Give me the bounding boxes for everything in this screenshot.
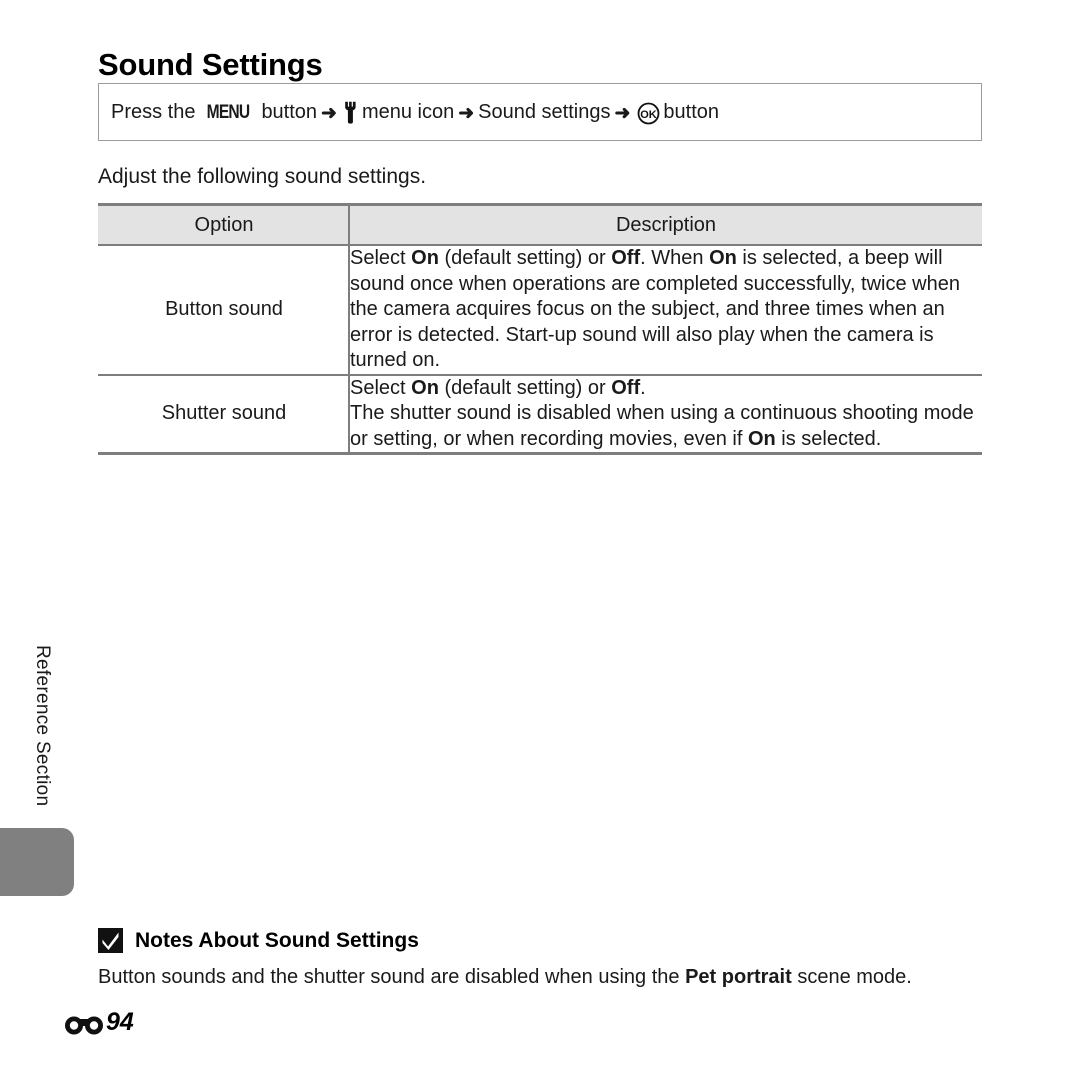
page-footer: 94 [64, 1008, 134, 1037]
check-mark-icon [98, 928, 123, 953]
notes-title: Notes About Sound Settings [135, 928, 419, 952]
wrench-icon [342, 101, 359, 124]
lead-paragraph: Adjust the following sound settings. [98, 165, 427, 188]
option-name-button-sound: Button sound [98, 245, 350, 376]
notes-body: Button sounds and the shutter sound are … [98, 966, 912, 988]
option-description-button-sound: Select On (default setting) or Off. When… [350, 245, 982, 376]
option-description-shutter-sound: Select On (default setting) or Off. The s… [350, 374, 982, 455]
notes-heading: Notes About Sound Settings [98, 928, 419, 953]
arrow-right-icon-2: ➜ [458, 102, 475, 124]
instruction-text-ok-button: button [663, 101, 720, 123]
table-row: Button sound Select On (default setting)… [98, 245, 982, 376]
instruction-text-sound-settings: Sound settings [478, 101, 611, 123]
column-header-option: Option [98, 203, 350, 246]
manual-page: Sound Settings Press the MENU button ➜ m… [0, 0, 1080, 1080]
section-thumb-tab [0, 828, 74, 896]
table-body: Button sound Select On (default setting)… [98, 245, 982, 455]
menu-button-icon: MENU [207, 101, 250, 123]
arrow-right-icon-1: ➜ [321, 102, 337, 124]
arrow-right-icon-3: ➜ [614, 102, 631, 124]
section-side-label: Reference Section [32, 645, 53, 807]
svg-text:OK: OK [641, 109, 658, 121]
ok-button-icon: OK [637, 102, 660, 125]
menu-path-line: Press the MENU button ➜ menu icon ➜ Soun… [99, 101, 719, 124]
page-number: 94 [106, 1008, 134, 1036]
menu-path-box: Press the MENU button ➜ menu icon ➜ Soun… [98, 83, 982, 141]
instruction-text-menu-icon: menu icon [361, 101, 455, 123]
option-name-shutter-sound: Shutter sound [98, 374, 350, 455]
instruction-text-press: Press the [111, 101, 196, 123]
table-header-row: Option Description [98, 203, 982, 246]
reference-section-icon [64, 1010, 104, 1036]
sound-settings-table: Option Description Button sound Select O… [98, 203, 982, 455]
table-row: Shutter sound Select On (default setting… [98, 374, 982, 455]
page-title: Sound Settings [98, 46, 323, 82]
instruction-text-button: button [261, 101, 318, 123]
column-header-description: Description [350, 203, 982, 246]
